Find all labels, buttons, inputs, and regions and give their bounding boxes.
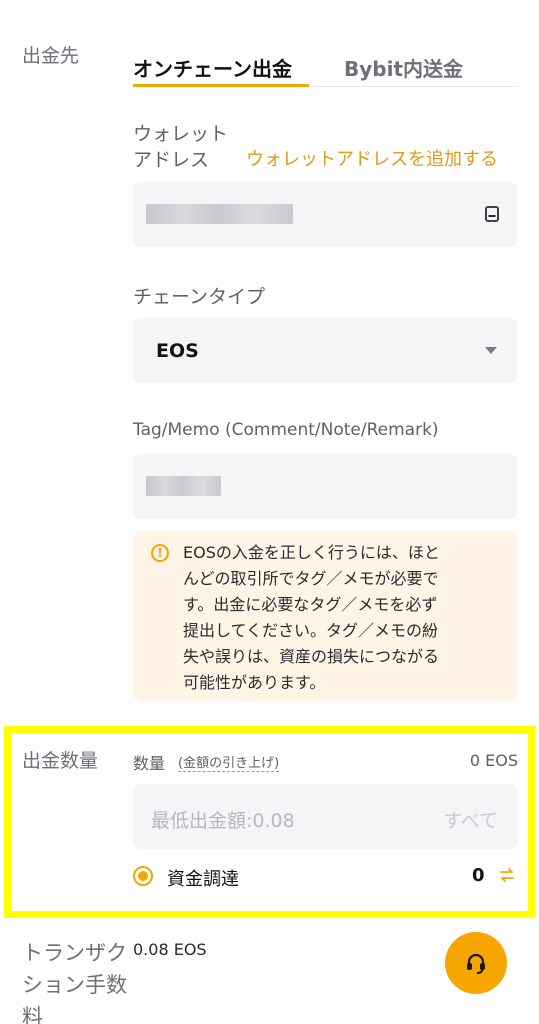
transfer-swap-icon[interactable] [498,866,516,884]
chain-type-label: チェーンタイプ [133,286,266,308]
wallet-address-label-line2: アドレス [133,148,210,171]
redacted-memo [146,476,221,496]
wallet-address-input[interactable] [133,182,518,247]
warning-icon: ! [151,544,169,562]
withdraw-to-label: 出金先 [22,45,80,67]
quantity-label: 数量 [133,754,166,773]
chain-type-select[interactable]: EOS [133,318,518,383]
memo-warning-box: ! EOSの入金を正しく行うには、ほと んどの取引所でタグ／メモが必要で す。出… [133,531,518,701]
tag-memo-label: Tag/Memo (Comment/Note/Remark) [133,420,439,440]
amount-placeholder: 最低出金額:0.08 [151,810,295,832]
memo-warning-text: EOSの入金を正しく行うには、ほと んどの取引所でタグ／メモが必要で す。出金に… [183,540,511,696]
warning-line: 提出してください。タグ／メモの紛 [183,621,439,640]
warning-line: 可能性があります。 [183,673,326,692]
warning-line: んどの取引所でタグ／メモが必要で [183,569,439,588]
chevron-down-icon [485,347,497,354]
wallet-address-label: ウォレット アドレス [133,122,228,173]
chain-type-value: EOS [156,340,199,362]
balance-value: 0 EOS [469,751,518,770]
raise-limit-link[interactable]: (金額の引き上げ) [178,752,280,772]
max-all-button[interactable]: すべて [443,806,498,833]
warning-line: EOSの入金を正しく行うには、ほと [183,543,440,562]
redacted-address [146,204,293,224]
withdraw-amount-label: 出金数量 [22,750,99,772]
tag-memo-input[interactable] [133,454,518,519]
amount-input[interactable]: 最低出金額:0.08 すべて [133,784,518,849]
funding-balance: 0 [472,865,485,886]
transaction-fee-value: 0.08 EOS [133,940,207,959]
add-wallet-address-link[interactable]: ウォレットアドレスを追加する [246,145,498,171]
wallet-address-label-line1: ウォレット [133,123,229,145]
headset-icon [467,953,485,974]
funding-account-label: 資金調達 [167,869,239,890]
support-chat-button[interactable] [445,932,507,994]
funding-account-radio[interactable] [133,866,153,886]
warning-line: す。出金に必要なタグ／メモを必ず [183,595,438,614]
fee-label-line2: ション手数 [22,973,127,997]
tab-internal-transfer[interactable]: Bybit内送金 [344,53,463,82]
fee-label-line3: 料 [22,1005,43,1024]
transaction-fee-label: トランザク ション手数 料 [22,937,127,1024]
active-tab-indicator [133,84,309,87]
tab-onchain-withdrawal[interactable]: オンチェーン出金 [133,53,292,82]
fee-label-line1: トランザク [22,941,127,965]
warning-line: 失や誤りは、資産の損失につながる [183,647,440,666]
radio-selected-dot [138,871,148,881]
address-book-icon[interactable] [485,206,499,222]
